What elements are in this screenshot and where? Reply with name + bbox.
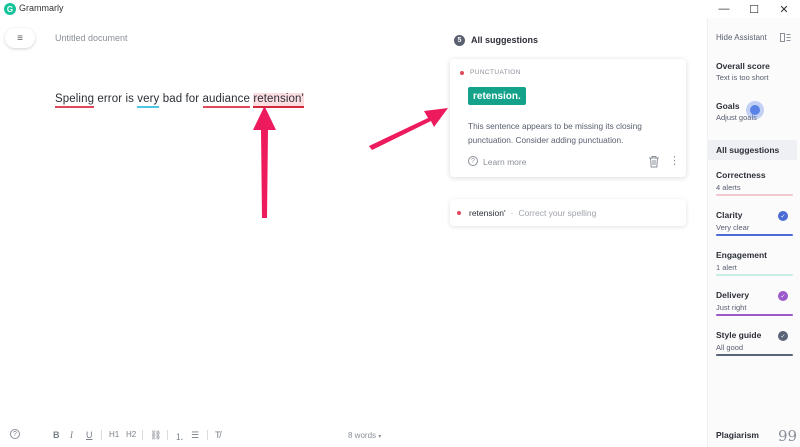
word-error: error <box>97 93 123 105</box>
toolbar-divider <box>101 430 102 440</box>
maximize-button[interactable]: ☐ <box>739 0 769 18</box>
link-icon[interactable]: ⛓ <box>150 430 161 441</box>
collapsed-suggestion[interactable]: retension' · Correct your spelling <box>450 199 686 226</box>
overall-score-value: Text is too short <box>716 73 769 82</box>
clarity-check-icon: ✓ <box>778 211 788 221</box>
more-options-icon[interactable]: ⋮ <box>669 155 680 168</box>
plagiarism-button[interactable]: Plagiarism <box>716 430 759 440</box>
clear-formatting-icon[interactable]: T̸ <box>215 430 221 440</box>
chevron-down-icon: ▾ <box>378 434 382 440</box>
word-for: for <box>185 93 200 105</box>
learn-more-link[interactable]: Learn more <box>483 157 526 167</box>
style-guide-status: All good <box>716 343 744 352</box>
word-audiance[interactable]: audiance <box>202 93 251 108</box>
word-bad: bad <box>162 93 183 105</box>
toolbar-divider <box>142 430 143 440</box>
right-arrow <box>369 108 448 150</box>
alert-dot-icon <box>457 210 461 215</box>
hide-assistant-button[interactable]: Hide Assistant <box>716 33 767 42</box>
bold-button[interactable]: B <box>53 430 60 440</box>
correctness-bar <box>716 194 793 196</box>
word-speling[interactable]: Speling <box>55 93 95 108</box>
style-guide-check-icon: ✓ <box>778 331 788 341</box>
heading1-button[interactable]: H1 <box>109 430 119 439</box>
hamburger-icon: ≡ <box>17 32 23 44</box>
collapsed-description: Correct your spelling <box>518 207 597 218</box>
suggestions-title: All suggestions <box>471 35 539 45</box>
word-count-dropdown[interactable]: 8 words ▾ <box>348 431 381 440</box>
sidebar-item-delivery[interactable]: Delivery <box>716 290 749 300</box>
word-is: is <box>125 93 134 105</box>
cursor-indicator <box>746 101 764 119</box>
collapsed-word: retension' <box>469 207 506 218</box>
clarity-bar <box>716 234 793 236</box>
alert-dot-icon <box>460 70 464 75</box>
style-guide-bar <box>716 354 793 356</box>
collapsed-separator: · <box>510 207 514 218</box>
heading2-button[interactable]: H2 <box>126 430 136 439</box>
suggestion-card[interactable]: PUNCTUATION retension. This sentence app… <box>450 59 686 177</box>
assistant-sidebar: Hide Assistant Overall score Text is too… <box>707 18 800 447</box>
sidebar-item-style-guide[interactable]: Style guide <box>716 330 761 340</box>
sidebar-item-clarity[interactable]: Clarity <box>716 210 742 220</box>
trash-icon[interactable] <box>648 155 660 168</box>
title-bar: G Grammarly — ☐ ✕ <box>0 0 800 18</box>
word-very[interactable]: very <box>137 93 160 108</box>
sidebar-item-all-suggestions[interactable]: All suggestions <box>708 140 797 160</box>
goals-label[interactable]: Goals <box>716 101 740 111</box>
word-count-label: 8 words <box>348 431 377 440</box>
minimize-button[interactable]: — <box>709 0 739 18</box>
suggestion-count-badge: 5 <box>454 35 465 46</box>
document-text[interactable]: Speling error is very bad for audiance r… <box>55 93 304 108</box>
sidebar-item-engagement[interactable]: Engagement <box>716 250 767 260</box>
delivery-bar <box>716 314 793 316</box>
word-retension[interactable]: retension' <box>253 93 304 108</box>
help-icon[interactable]: ? <box>10 429 20 439</box>
collapse-panel-icon[interactable] <box>780 33 791 42</box>
delivery-status: Just right <box>716 303 747 312</box>
quote-icon[interactable]: 99 <box>778 427 797 445</box>
accept-suggestion-button[interactable]: retension. <box>468 87 526 105</box>
correctness-status: 4 alerts <box>716 183 741 192</box>
suggestion-description: This sentence appears to be missing its … <box>468 121 642 145</box>
window-title: Grammarly <box>19 3 64 13</box>
toolbar-divider <box>167 430 168 440</box>
sidebar-item-correctness[interactable]: Correctness <box>716 170 766 180</box>
delivery-check-icon: ✓ <box>778 291 788 301</box>
help-circle-icon[interactable]: ? <box>468 156 478 166</box>
engagement-status: 1 alert <box>716 263 737 272</box>
toolbar-divider <box>207 430 208 440</box>
up-arrow <box>253 106 276 218</box>
clarity-status: Very clear <box>716 223 750 232</box>
italic-button[interactable]: I <box>70 430 73 440</box>
document-title[interactable]: Untitled document <box>55 33 128 43</box>
suggestion-category: PUNCTUATION <box>460 69 521 76</box>
grammarly-logo-icon: G <box>4 3 16 15</box>
category-label: PUNCTUATION <box>470 69 521 76</box>
menu-button[interactable]: ≡ <box>5 28 35 48</box>
close-button[interactable]: ✕ <box>769 0 799 18</box>
underline-button[interactable]: U <box>86 430 93 440</box>
ordered-list-icon[interactable]: ⒈ <box>175 430 184 443</box>
overall-score-label[interactable]: Overall score <box>716 61 770 71</box>
engagement-bar <box>716 274 793 276</box>
bullet-list-icon[interactable]: ☰ <box>191 430 199 441</box>
